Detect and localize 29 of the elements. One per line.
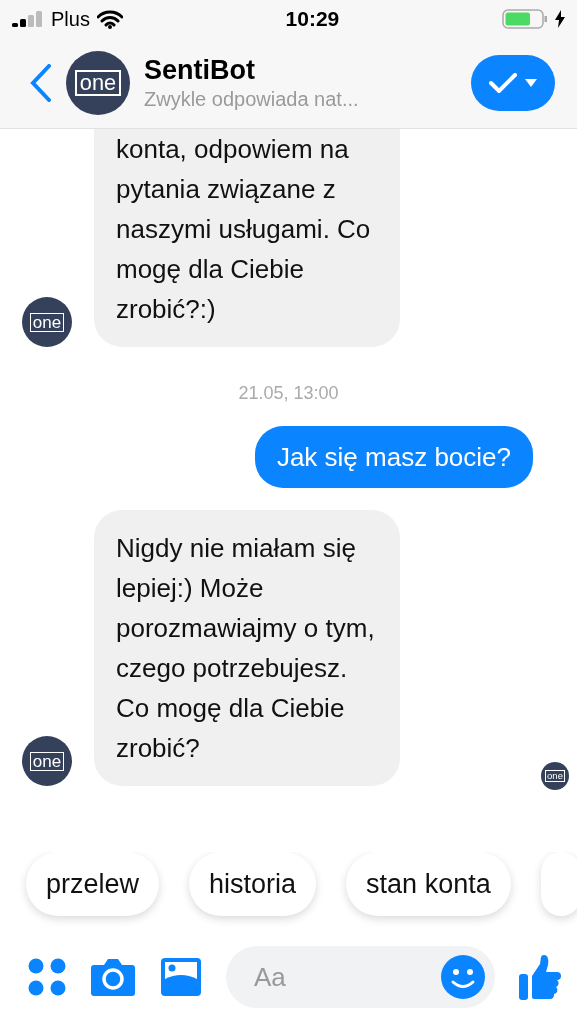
incoming-message: konta, odpowiem na pytania związane z naszymi usługami. Co mogę dla Ciebie zrobić?:)	[94, 129, 400, 347]
avatar-logo: one	[544, 770, 566, 782]
outgoing-message: Jak się masz bocie?	[254, 426, 533, 488]
message-timestamp: 21.05, 13:00	[237, 383, 340, 404]
message-field[interactable]: Aa	[226, 946, 495, 1008]
smiley-icon[interactable]	[441, 955, 485, 999]
message-input[interactable]: Aa	[252, 960, 441, 994]
back-icon[interactable]	[30, 64, 52, 102]
quick-reply-chip[interactable]: stan konta	[346, 852, 511, 916]
avatar-logo: one	[75, 70, 121, 96]
chat-title: SentiBot	[144, 55, 256, 86]
quick-reply-chip[interactable]: przelew	[26, 852, 160, 916]
battery-icon	[502, 9, 548, 29]
image-icon[interactable]	[160, 957, 202, 997]
carrier-name: Plus	[51, 7, 90, 31]
quick-reply-chip[interactable]: historia	[189, 852, 317, 916]
clock-time: 10:29	[285, 7, 340, 31]
camera-icon[interactable]	[90, 957, 136, 997]
avatar-logo: one	[29, 751, 65, 771]
apps-grid-icon[interactable]	[28, 958, 66, 996]
checkmark-icon	[489, 73, 517, 93]
status-dropdown-button[interactable]	[471, 55, 555, 111]
caret-icon	[525, 79, 537, 87]
signal-icon	[12, 11, 44, 27]
wifi-icon	[96, 9, 123, 29]
incoming-message: Nigdy nie miałam się lepiej:) Może porozmawiajmy o tym, czego potrzebujesz. Co mogę dla Ciebie zrobić?	[94, 510, 400, 786]
avatar-logo: one	[29, 312, 65, 332]
chat-subtitle: Zwykle odpowiada nat...	[144, 88, 360, 111]
thumbs-up-icon[interactable]	[519, 954, 563, 1000]
